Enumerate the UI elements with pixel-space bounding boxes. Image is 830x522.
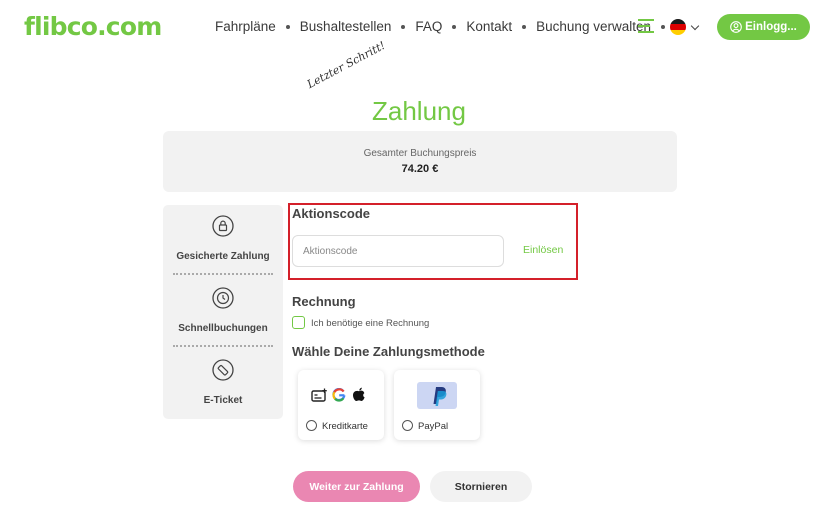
credit-card-icon <box>311 388 327 402</box>
invoice-title: Rechnung <box>292 294 356 309</box>
nav-separator <box>522 24 527 29</box>
paypal-icon <box>417 382 457 409</box>
price-label: Gesamter Buchungspreis <box>363 148 477 159</box>
feature-label: Gesicherte Zahlung <box>176 251 270 262</box>
page-title: Zahlung <box>372 96 466 126</box>
nav-link-timetables[interactable]: Fahrpläne <box>215 19 276 34</box>
divider <box>173 345 273 347</box>
paypal-radio[interactable] <box>402 420 413 431</box>
feature-label: Schnellbuchungen <box>178 323 268 334</box>
redeem-button[interactable]: Einlösen <box>523 244 563 256</box>
price-value: 74.20 € <box>401 163 439 175</box>
nav-link-contact[interactable]: Kontakt <box>466 19 512 34</box>
lock-icon <box>212 215 234 237</box>
invoice-checkbox[interactable] <box>292 316 305 329</box>
nav-link-manage-booking[interactable]: Buchung verwalten <box>536 19 651 34</box>
creditcard-label: Kreditkarte <box>322 421 368 432</box>
nav-separator <box>452 24 457 29</box>
creditcard-radio[interactable] <box>306 420 317 431</box>
nav-separator <box>401 24 406 29</box>
payment-option-paypal[interactable]: PayPal <box>394 370 480 440</box>
divider <box>173 273 273 275</box>
feature-fast-booking: Schnellbuchungen <box>163 287 283 334</box>
chevron-down-icon <box>690 21 700 30</box>
feature-secure-payment: Gesicherte Zahlung <box>163 215 283 262</box>
price-summary: Gesamter Buchungspreis 74.20 € <box>163 131 677 192</box>
payment-option-creditcard[interactable]: Kreditkarte <box>298 370 384 440</box>
nav-separator <box>285 24 290 29</box>
feature-label: E-Ticket <box>203 395 243 406</box>
nav-separator <box>660 24 665 29</box>
promo-code-input[interactable] <box>292 235 504 267</box>
cancel-button[interactable]: Stornieren <box>430 471 532 502</box>
site-header: flibco.com Fahrpläne Bushaltestellen FAQ… <box>0 0 830 56</box>
payment-method-title: Wähle Deine Zahlungsmethode <box>292 344 485 359</box>
nav-link-bus-stops[interactable]: Bushaltestellen <box>300 19 392 34</box>
paypal-label: PayPal <box>418 421 449 432</box>
continue-to-payment-button[interactable]: Weiter zur Zahlung <box>293 471 420 502</box>
login-button-label: Einlogg... <box>745 21 797 33</box>
google-icon <box>332 387 346 402</box>
language-selector[interactable] <box>670 19 700 35</box>
features-sidebar: Gesicherte Zahlung Schnellbuchungen E-Ti… <box>163 205 283 419</box>
apple-icon <box>353 387 365 401</box>
promo-title: Aktionscode <box>292 206 371 221</box>
clock-icon <box>212 287 234 309</box>
hamburger-menu-icon[interactable] <box>638 19 654 33</box>
site-logo[interactable]: flibco.com <box>24 12 162 41</box>
main-nav: Fahrpläne Bushaltestellen FAQ Kontakt Bu… <box>215 19 675 34</box>
card-icons <box>311 387 366 402</box>
ticket-icon <box>212 359 234 381</box>
nav-link-faq[interactable]: FAQ <box>415 19 442 34</box>
invoice-checkbox-label[interactable]: Ich benötige eine Rechnung <box>311 318 429 329</box>
german-flag-icon <box>670 19 686 35</box>
login-button[interactable]: Einlogg... <box>717 14 810 40</box>
feature-eticket: E-Ticket <box>163 359 283 406</box>
user-icon <box>730 21 742 33</box>
